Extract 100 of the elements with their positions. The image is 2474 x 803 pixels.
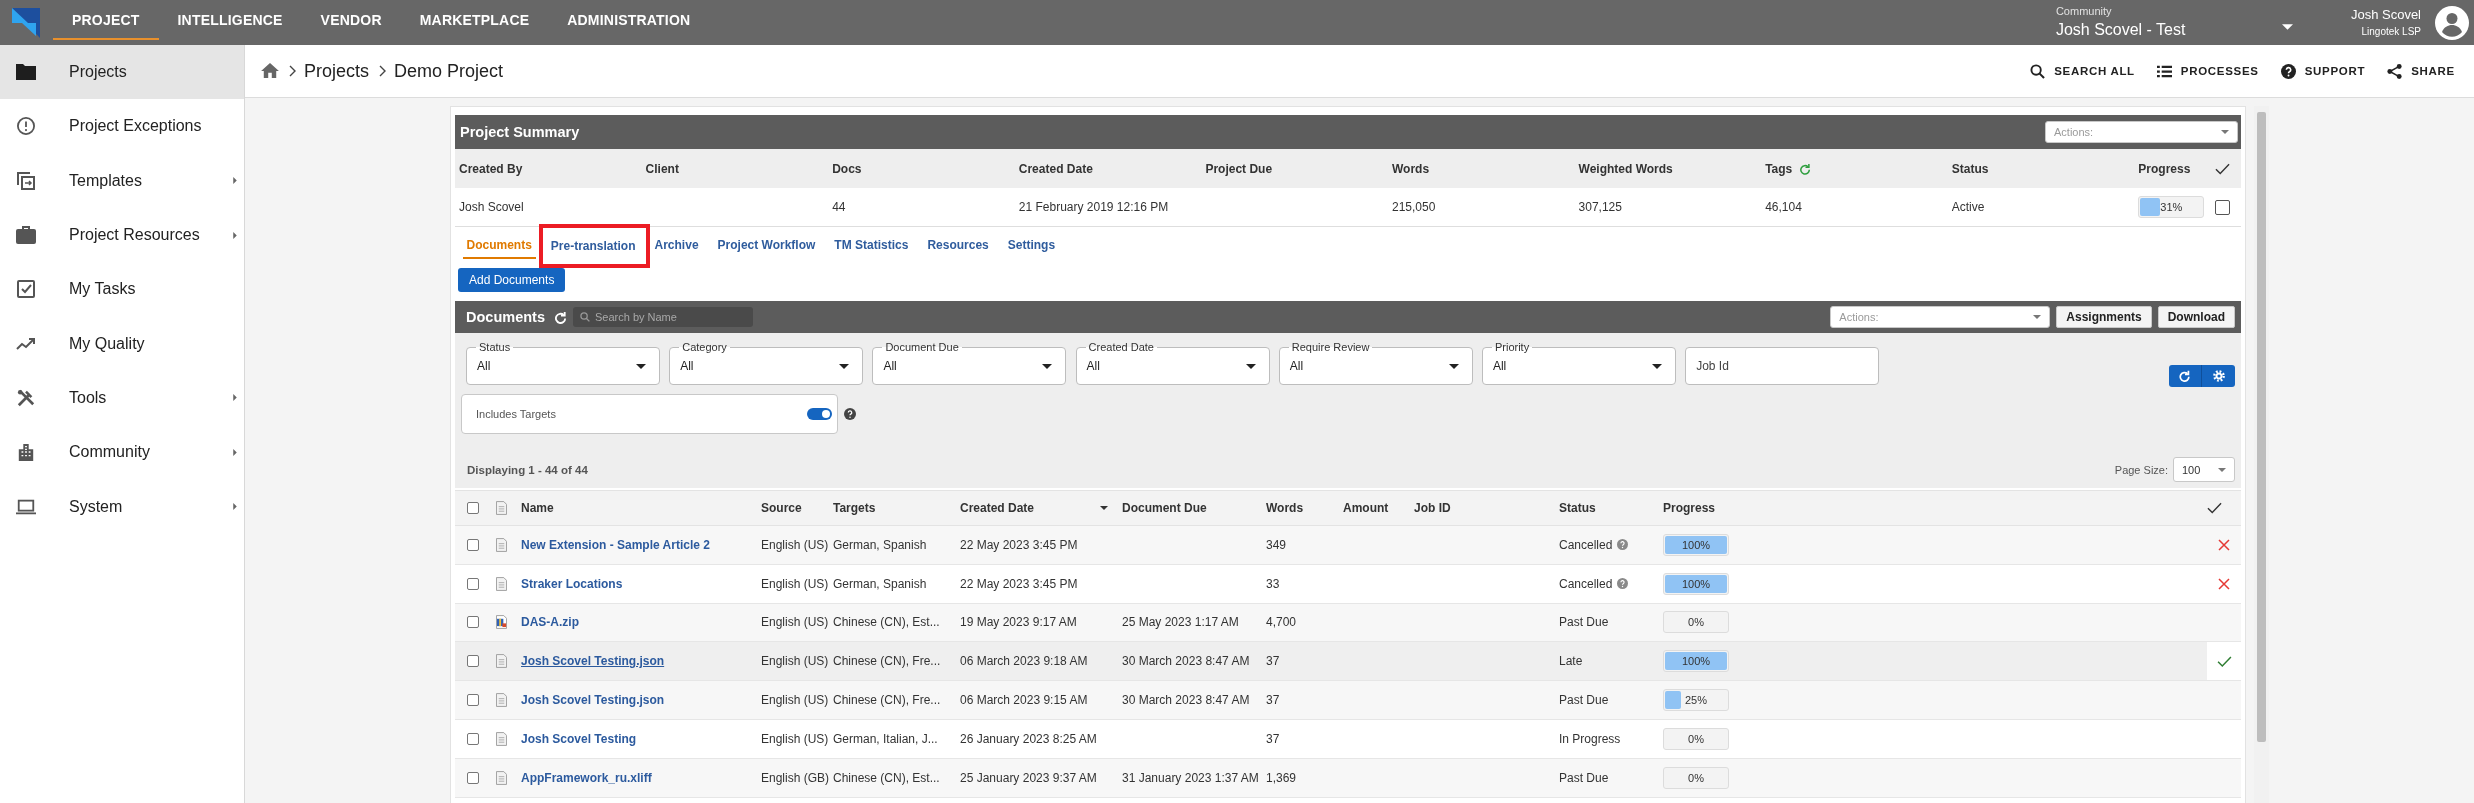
refresh-icon[interactable] (1800, 162, 1812, 175)
checkbox[interactable] (467, 616, 479, 629)
table-cell: 37 (1266, 654, 1280, 669)
help-icon[interactable] (2280, 63, 2296, 79)
header-action-button[interactable]: SHARE (2387, 63, 2455, 79)
table-row[interactable]: Josh Scovel Testing.json English (US) Chinese (CN), Fre... 06 March 2023 9:15 AM 30 March 2023 8:47 AM 37 Past Due 25% (455, 681, 2241, 720)
table-row[interactable]: New Extension - Sample Article 2 English (US) German, Spanish 22 May 2023 3:45 PM 349 Cancelled 100% (455, 526, 2241, 565)
table-cell: 4,700 (1266, 615, 1297, 630)
text-field[interactable]: Job Id (1685, 340, 1880, 385)
filter-dropdown[interactable]: Category All (669, 340, 864, 385)
column-header[interactable]: Document Due (1122, 501, 1207, 515)
cross-icon[interactable] (2218, 538, 2230, 551)
column-header[interactable]: Source (761, 501, 802, 515)
add-documents-button[interactable]: Add Documents (458, 268, 566, 292)
document-link[interactable]: New Extension - Sample Article 2 (521, 537, 710, 552)
toggle-switch[interactable] (807, 408, 832, 420)
document-link[interactable]: Josh Scovel Testing.json (521, 654, 665, 669)
progress-reading: 100% (1681, 655, 1711, 668)
filter-dropdown[interactable]: Document Due All (872, 340, 1067, 385)
header-action-button[interactable]: PROCESSES (2156, 63, 2259, 79)
help-icon[interactable] (844, 408, 856, 420)
column-header[interactable]: Created Date (960, 501, 1035, 515)
nav-tab[interactable]: PROJECT (53, 0, 159, 40)
table-cell: English (US) (761, 731, 829, 746)
tab[interactable]: Resources (923, 232, 993, 259)
document-link[interactable]: Josh Scovel Testing.json (521, 693, 665, 708)
table-row[interactable]: Josh Scovel Testing.json English (US) Chinese (CN), Fre... 06 March 2023 9:18 AM 30 March 2023 8:47 AM 37 Late 100% (455, 642, 2241, 682)
column-header[interactable]: Targets (833, 501, 876, 515)
header-action-button[interactable]: SUPPORT (2280, 63, 2366, 79)
document-link[interactable]: Josh Scovel Testing (521, 731, 637, 746)
toolbar-button[interactable]: Assignments (2056, 306, 2152, 328)
scrollbar-thumb[interactable] (2257, 112, 2266, 742)
page-size-dropdown[interactable]: 100 (2173, 457, 2235, 482)
refresh-button[interactable] (2169, 365, 2202, 387)
nav-tab[interactable]: INTELLIGENCE (158, 0, 302, 40)
table-cell: 31 January 2023 1:37 AM (1122, 770, 1259, 785)
checkbox[interactable] (467, 655, 479, 668)
column-header[interactable]: Name (521, 501, 554, 515)
checkbox[interactable] (467, 694, 479, 707)
table-cell: 22 May 2023 3:45 PM (960, 576, 1078, 591)
document-link[interactable]: AppFramework_ru.xliff (521, 770, 652, 785)
sidebar-item[interactable]: Projects (0, 45, 244, 100)
check-icon (2215, 162, 2230, 175)
checkbox[interactable] (467, 502, 479, 514)
checkbox[interactable] (2215, 199, 2230, 215)
cross-icon[interactable] (2218, 577, 2230, 590)
table-cell: 307,125 (1578, 200, 1622, 214)
filter-dropdown[interactable]: Created Date All (1075, 340, 1270, 385)
document-icon (496, 501, 507, 515)
table-cell: German, Spanish (833, 537, 927, 552)
nav-tab[interactable]: ADMINISTRATION (548, 0, 710, 40)
tab[interactable]: Settings (1003, 232, 1060, 259)
table-cell: Josh Scovel (459, 200, 524, 214)
filter-dropdown[interactable]: Require Review All (1278, 340, 1473, 385)
column-header[interactable]: Status (1559, 501, 1596, 515)
table-row[interactable]: DAS-A.zip English (US) Chinese (CN), Est... 19 May 2023 9:17 AM 25 May 2023 1:17 AM 4,700 Past Due 0% (455, 603, 2241, 643)
community-selector[interactable]: Community Josh Scovel - Test (2055, 5, 2293, 40)
column-header[interactable]: Words (1266, 501, 1304, 515)
check-icon[interactable] (2216, 655, 2232, 667)
checkbox[interactable] (467, 577, 479, 590)
caret-icon (1245, 363, 1256, 369)
document-link[interactable]: DAS-A.zip (521, 615, 579, 630)
tab[interactable]: Pre-translation (538, 223, 650, 268)
column-header: Status (1951, 161, 1989, 176)
avatar-icon[interactable] (2435, 5, 2469, 40)
refresh-icon[interactable] (554, 310, 567, 324)
document-link[interactable]: Straker Locations (521, 576, 623, 591)
tab[interactable]: Project Workflow (713, 232, 820, 259)
checkbox[interactable] (467, 538, 479, 551)
tab[interactable]: Archive (650, 232, 703, 259)
sort-caret-icon[interactable] (1100, 506, 1108, 510)
nav-tab[interactable]: VENDOR (301, 0, 401, 40)
nav-tab[interactable]: MARKETPLACE (400, 0, 549, 40)
column-header[interactable]: Amount (1343, 501, 1389, 515)
search-icon (2030, 63, 2046, 79)
header-action-button[interactable]: SEARCH ALL (2030, 63, 2135, 79)
briefcase-icon (16, 226, 36, 245)
filter-dropdown[interactable]: Status All (466, 340, 660, 385)
column-header: Weighted Words (1578, 161, 1673, 176)
table-cell: 215,050 (1391, 200, 1436, 214)
settings-button[interactable] (2202, 365, 2235, 387)
breadcrumb-link[interactable]: Projects (304, 60, 370, 82)
home-icon[interactable] (261, 63, 279, 79)
toolbar-button[interactable]: Download (2157, 306, 2235, 328)
logo-icon[interactable] (12, 7, 40, 38)
column-header[interactable]: Job ID (1414, 501, 1451, 515)
table-cell: German, Italian, J... (833, 731, 938, 746)
table-cell: 25 January 2023 9:37 AM (960, 770, 1097, 785)
status-text: Cancelled (1559, 576, 1613, 591)
column-header[interactable]: Progress (1663, 501, 1716, 515)
column-header: Created By (459, 161, 523, 176)
tab[interactable]: TM Statistics (830, 232, 913, 259)
checkbox[interactable] (467, 732, 479, 745)
table-cell: 25 May 2023 1:17 AM (1122, 615, 1239, 630)
checkbox[interactable] (467, 771, 479, 784)
summary-title: Project Summary (460, 124, 580, 140)
filter-dropdown[interactable]: Priority All (1481, 340, 1676, 385)
breadcrumb-current: Demo Project (394, 60, 504, 82)
search-field[interactable]: Search by Name (572, 307, 753, 327)
table-row[interactable]: AppFramework_ru.xliff English (GB) Chinese (CN), Est... 25 January 2023 9:37 AM 31 January 2023 1:37 AM 1,369 Past Due 0% (455, 758, 2241, 798)
